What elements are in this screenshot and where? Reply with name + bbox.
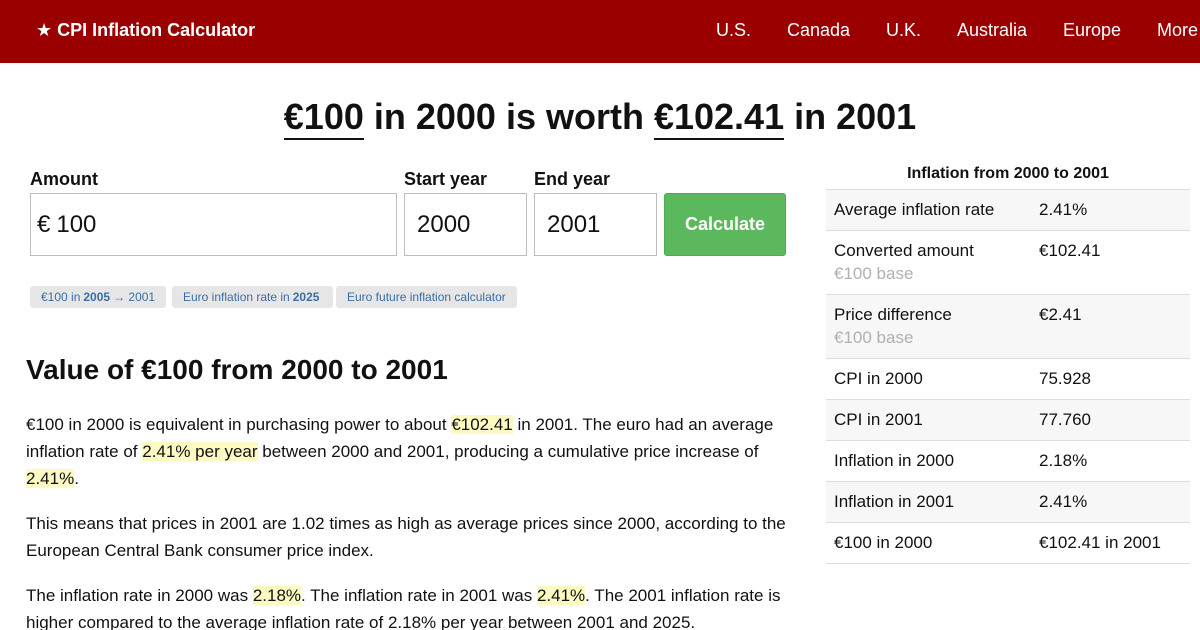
table-row: Average inflation rate 2.41%	[826, 190, 1190, 231]
title-text-1: in 2000 is worth	[363, 96, 654, 137]
table-row: CPI in 2000 75.928	[826, 359, 1190, 400]
row-value: 2.41%	[1039, 200, 1088, 219]
table-row: Inflation in 2001 2.41%	[826, 482, 1190, 523]
row-value: €102.41	[1039, 241, 1101, 260]
paragraph-1: €100 in 2000 is equivalent in purchasing…	[26, 411, 796, 492]
end-year-label: End year	[534, 169, 611, 189]
paragraph-2: This means that prices in 2001 are 1.02 …	[26, 514, 786, 560]
inflation-summary-table: Average inflation rate 2.41% Converted am…	[826, 189, 1190, 564]
p3-text: . The inflation rate in 2001 was	[301, 586, 537, 605]
nav-link-canada[interactable]: Canada	[787, 20, 850, 41]
row-label: Inflation in 2000	[834, 451, 955, 470]
row-value: 75.928	[1039, 369, 1091, 388]
row-sublabel: €100 base	[834, 264, 914, 283]
table-row: €100 in 2000 €102.41 in 2001	[826, 523, 1190, 564]
table-row: Converted amount €100 base €102.41	[826, 231, 1190, 295]
table-row: Inflation in 2000 2.18%	[826, 441, 1190, 482]
amount-value: 100	[56, 210, 97, 238]
euro-symbol: €	[37, 210, 51, 238]
table-row: Price difference €100 base €2.41	[826, 295, 1190, 359]
page-title: €100 in 2000 is worth €102.41 in 2001	[0, 96, 1200, 140]
start-year-input[interactable]: 2000	[404, 193, 527, 256]
p1-text: €100 in 2000 is equivalent in purchasing…	[26, 415, 452, 434]
section-heading: Value of €100 from 2000 to 2001	[26, 354, 448, 385]
title-result: €102.41	[653, 96, 785, 140]
end-year-value: 2001	[547, 210, 601, 238]
p3-text: The inflation rate in 2000 was	[26, 586, 253, 605]
nav-link-australia[interactable]: Australia	[957, 20, 1027, 41]
nav-link-europe[interactable]: Europe	[1063, 20, 1121, 41]
title-amount: €100	[283, 96, 364, 140]
row-value: €2.41	[1039, 305, 1082, 324]
chip-link-2005[interactable]: €100 in 2005 → 2001	[30, 286, 167, 308]
chip-text: → 2001	[113, 290, 156, 304]
top-navbar: ★ CPI Inflation Calculator U.S. Canada U…	[0, 0, 1200, 63]
calculate-button[interactable]: Calculate	[664, 193, 786, 256]
chip-bold: 2005	[83, 290, 111, 304]
side-table-title: Inflation from 2000 to 2001	[907, 165, 1109, 182]
p1-text: .	[74, 469, 79, 488]
p1-text: between 2000 and 2001, producing a cumul…	[257, 442, 759, 461]
highlight-value: 2.18%	[252, 586, 302, 605]
row-value: 2.41%	[1039, 492, 1088, 511]
row-label: CPI in 2001	[834, 410, 923, 429]
row-label-text: Converted amount	[834, 241, 974, 260]
row-label-text: Price difference	[834, 305, 952, 324]
highlight-value: 2.41%	[26, 469, 75, 488]
highlight-value: 2.41%	[536, 586, 586, 605]
chip-text: €100 in	[41, 290, 81, 304]
brand-logo-link[interactable]: ★ CPI Inflation Calculator	[36, 20, 255, 41]
row-sublabel: €100 base	[834, 328, 914, 347]
chip-text: Euro inflation rate in	[183, 290, 290, 304]
title-text-2: in 2001	[784, 96, 917, 137]
amount-input[interactable]: € 100	[30, 193, 397, 256]
highlight-value: €102.41	[451, 415, 513, 434]
start-year-label: Start year	[404, 169, 488, 189]
chip-text: Euro future inflation calculator	[347, 290, 506, 304]
start-year-value: 2000	[417, 210, 471, 238]
paragraph-3: The inflation rate in 2000 was 2.18%. Th…	[26, 582, 796, 630]
table-row: CPI in 2001 77.760	[826, 400, 1190, 441]
nav-link-us[interactable]: U.S.	[716, 20, 751, 41]
row-label: Inflation in 2001	[834, 492, 955, 511]
row-value: €102.41 in 2001	[1039, 533, 1161, 552]
row-label: €100 in 2000	[834, 533, 933, 552]
row-value: 2.18%	[1039, 451, 1088, 470]
row-label: CPI in 2000	[834, 369, 923, 388]
end-year-input[interactable]: 2001	[534, 193, 657, 256]
row-label: Converted amount €100 base	[834, 241, 1039, 284]
nav-link-more[interactable]: More	[1157, 20, 1198, 41]
chip-bold: 2025	[292, 290, 320, 304]
row-label: Price difference €100 base	[834, 305, 1039, 348]
row-label: Average inflation rate	[834, 200, 995, 219]
amount-label: Amount	[30, 169, 98, 189]
highlight-value: 2.41% per year	[142, 442, 258, 461]
chip-link-future-calculator[interactable]: Euro future inflation calculator	[336, 286, 517, 308]
nav-link-uk[interactable]: U.K.	[886, 20, 921, 41]
row-value: 77.760	[1039, 410, 1091, 429]
chip-link-inflation-rate-2025[interactable]: Euro inflation rate in 2025	[172, 286, 334, 308]
